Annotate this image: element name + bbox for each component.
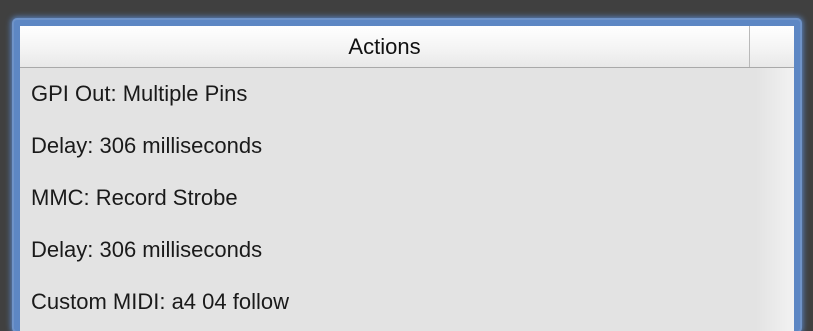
table-header: Actions: [20, 26, 794, 68]
table-row[interactable]: Delay: 306 milliseconds: [20, 120, 794, 172]
actions-table[interactable]: Actions GPI Out: Multiple Pins Delay: 30…: [20, 26, 794, 331]
header-corner: [750, 26, 794, 67]
table-row[interactable]: GPI Out: Multiple Pins: [20, 68, 794, 120]
column-header-actions[interactable]: Actions: [20, 26, 750, 67]
table-row[interactable]: Delay: 306 milliseconds: [20, 224, 794, 276]
table-row[interactable]: MMC: Record Strobe: [20, 172, 794, 224]
table-row[interactable]: Custom MIDI: a4 04 follow: [20, 276, 794, 328]
window-background: Actions GPI Out: Multiple Pins Delay: 30…: [0, 0, 813, 331]
table-rows: GPI Out: Multiple Pins Delay: 306 millis…: [20, 68, 794, 328]
